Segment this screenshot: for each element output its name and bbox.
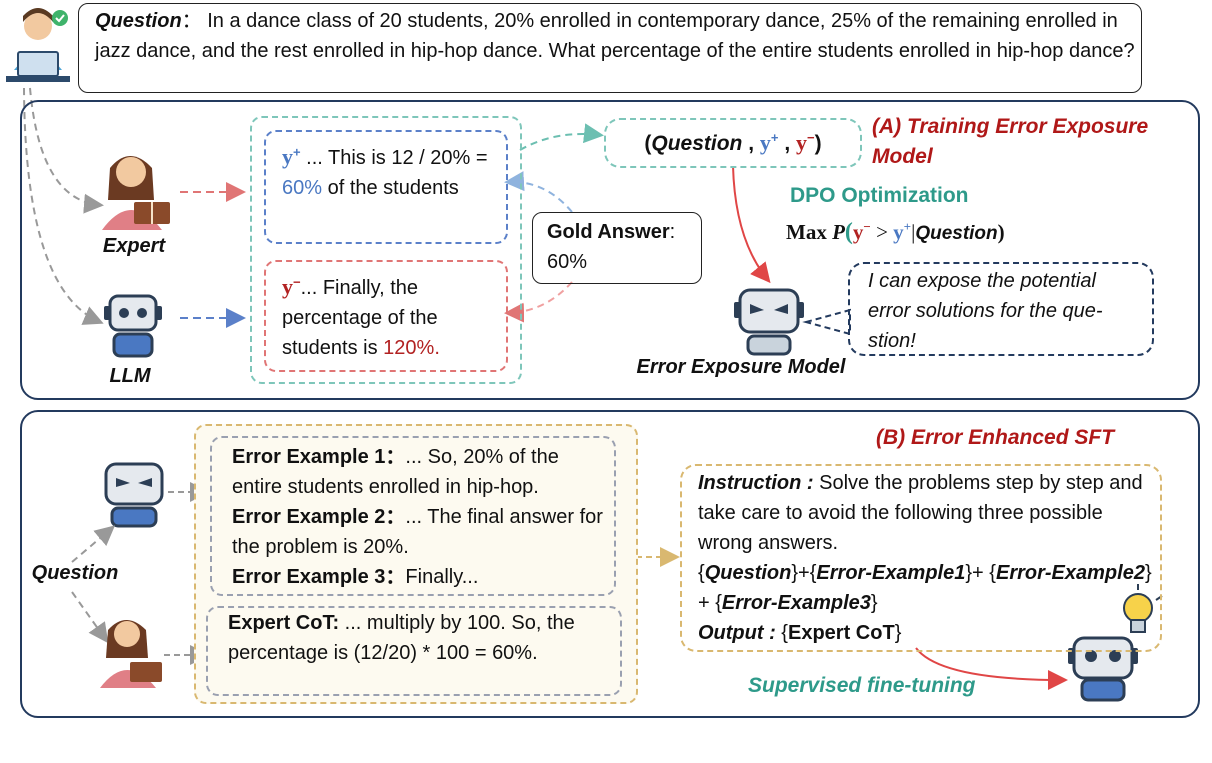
panel-a-title-line2: Model [872,145,933,168]
error-exposure-model-label: Error Exposure Model [636,356,846,378]
error-example-3: Error Example 3：Finally... [232,562,614,592]
panel-b-title: (B) Error Enhanced SFT [876,426,1115,449]
panel-a-title: (A) Training Error Exposure Model [872,112,1148,172]
error-example-2: Error Example 2：... The final answer for… [232,502,614,562]
y-plus-symbol: y [282,144,293,169]
formula-max: Max [786,220,827,244]
instruction-label: Instruction : [698,472,814,494]
dpo-label: DPO Optimization [790,184,969,207]
formula-y-plus: y [893,220,904,244]
tuple-comma-1: , [742,132,760,155]
formula-p: P [832,220,845,244]
error-examples-box: Error Example 1：... So, 20% of the entir… [210,436,616,596]
question-colon: ： [181,10,202,32]
output-line: Output : {Expert CoT} [698,622,902,644]
tuple-plus-sup: + [770,130,779,145]
tuple-y-minus: y [796,130,808,155]
y-plus-text-b: of the students [322,177,459,199]
expert-cot-box: Expert CoT: ... multiply by 100. So, the… [206,606,622,696]
question-label: Question [95,10,182,32]
y-plus-highlight: 60% [282,177,323,199]
gold-answer-colon: : [669,221,676,243]
sft-label: Supervised fine-tuning [748,674,976,697]
error-example-2-label: Error Example 2： [232,506,406,528]
formula-minus-sup: − [863,219,871,234]
tuple-minus-sup: − [807,130,815,145]
tuple-comma-2: , [778,132,797,155]
expert-label: Expert [102,235,166,257]
tuple-y-plus: y [759,130,771,155]
gold-answer-box: Gold Answer: 60% [532,212,702,284]
template-error-example1: Error-Example1 [816,562,966,584]
dpo-formula: Max P(y− > y+|Question) [786,219,1005,245]
template-question: Question [704,562,792,584]
question-label-b: Question [31,562,119,584]
y-minus-box: y−... Finally, the percentage of the stu… [264,260,508,372]
panel-a-title-line1: (A) Training Error Exposure [872,115,1149,138]
error-example-3-label: Error Example 3： [232,566,406,588]
gold-answer-value: 60% [547,251,588,273]
formula-gt: > [870,220,894,244]
y-plus-sup: + [293,144,301,160]
instruction-template: {Question}+{Error-Example1}+ {Error-Exam… [698,562,1152,614]
formula-plus-sup: + [903,219,912,234]
expert-cot-label: Expert CoT: [228,612,340,634]
instruction-box: Instruction : Solve the problems step by… [680,464,1162,652]
y-minus-sup: − [293,274,301,290]
speech-bubble: I can expose the potential error solutio… [848,262,1154,356]
preference-tuple-box: (Question , y+ , y−) [604,118,862,168]
user-laptop-icon [6,8,70,82]
y-plus-box: y+ ... This is 12 / 20% = 60% of the stu… [264,130,508,244]
error-example-1-label: Error Example 1： [232,446,406,468]
instruction-line: Instruction : Solve the problems step by… [698,468,1152,558]
error-example-1: Error Example 1：... So, 20% of the entir… [232,442,614,502]
tuple-close: ) [814,132,822,155]
template-error-example2: Error-Example2 [995,562,1145,584]
llm-label: LLM [109,365,151,387]
y-plus-text-a: ... This is 12 / 20% = [300,147,488,169]
question-text: Question： In a dance class of 20 student… [95,6,1135,66]
output-value: Expert CoT [788,622,895,644]
question-body: In a dance class of 20 students, 20% enr… [95,10,1135,62]
error-example-3-text: Finally... [405,566,479,588]
template-error-example3: Error-Example3 [721,592,871,614]
gold-answer-label: Gold Answer [547,221,670,243]
output-label: Output : [698,622,776,644]
formula-question: Question [915,223,998,244]
y-minus-symbol: y [282,274,293,299]
tuple-question: Question [651,132,743,155]
y-minus-highlight: 120%. [383,337,440,359]
formula-y-minus: y [852,220,864,244]
question-box: Question： In a dance class of 20 student… [78,3,1142,93]
